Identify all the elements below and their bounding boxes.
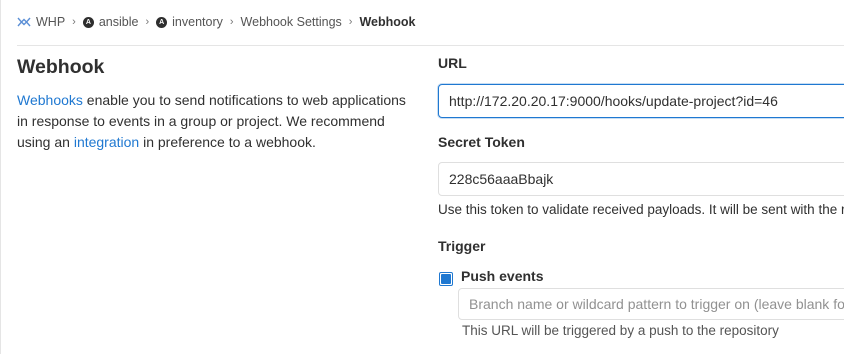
left-border	[0, 0, 1, 354]
breadcrumb-item-webhook[interactable]: Webhook	[359, 15, 415, 29]
breadcrumb: WHP › A ansible › A inventory › Webhook …	[17, 12, 415, 32]
url-input[interactable]	[438, 84, 844, 118]
secret-token-input[interactable]	[438, 162, 844, 196]
breadcrumb-label: WHP	[36, 15, 66, 29]
chevron-right-icon: ›	[72, 16, 76, 28]
chevron-right-icon: ›	[229, 16, 234, 28]
secret-token-label: Secret Token	[438, 134, 525, 150]
breadcrumb-label: Webhook Settings	[240, 15, 342, 29]
url-label: URL	[438, 55, 467, 71]
chevron-right-icon: ›	[145, 16, 150, 28]
branch-filter-input[interactable]	[458, 288, 844, 320]
breadcrumb-item-ansible[interactable]: A ansible	[82, 15, 139, 29]
description-text: in preference to a webhook.	[139, 134, 316, 150]
webhooks-link[interactable]: Webhooks	[17, 92, 83, 108]
breadcrumb-label: Webhook	[359, 15, 416, 29]
avatar-icon: A	[156, 16, 168, 28]
section-title: Webhook	[17, 56, 105, 78]
push-events-label[interactable]: Push events	[461, 268, 543, 284]
section-description: Webhooks enable you to send notification…	[17, 90, 412, 153]
avatar-icon: A	[82, 16, 94, 28]
push-events-checkbox[interactable]	[439, 272, 453, 286]
trigger-label: Trigger	[438, 238, 486, 254]
breadcrumb-item-webhook-settings[interactable]: Webhook Settings	[241, 15, 342, 29]
group-logo-icon	[17, 16, 31, 28]
breadcrumb-label: ansible	[98, 15, 139, 29]
breadcrumb-item-whp[interactable]: WHP	[17, 15, 65, 29]
secret-token-help: Use this token to validate received payl…	[438, 202, 844, 217]
webhook-settings-page: WHP › A ansible › A inventory › Webhook …	[0, 0, 844, 354]
checkbox-checked-indicator	[441, 274, 451, 284]
breadcrumb-item-inventory[interactable]: A inventory	[156, 15, 223, 29]
integration-link[interactable]: integration	[74, 134, 139, 150]
breadcrumb-label: inventory	[172, 15, 223, 29]
header-divider	[17, 45, 844, 46]
chevron-right-icon: ›	[348, 16, 353, 28]
push-events-help: This URL will be triggered by a push to …	[462, 323, 779, 338]
